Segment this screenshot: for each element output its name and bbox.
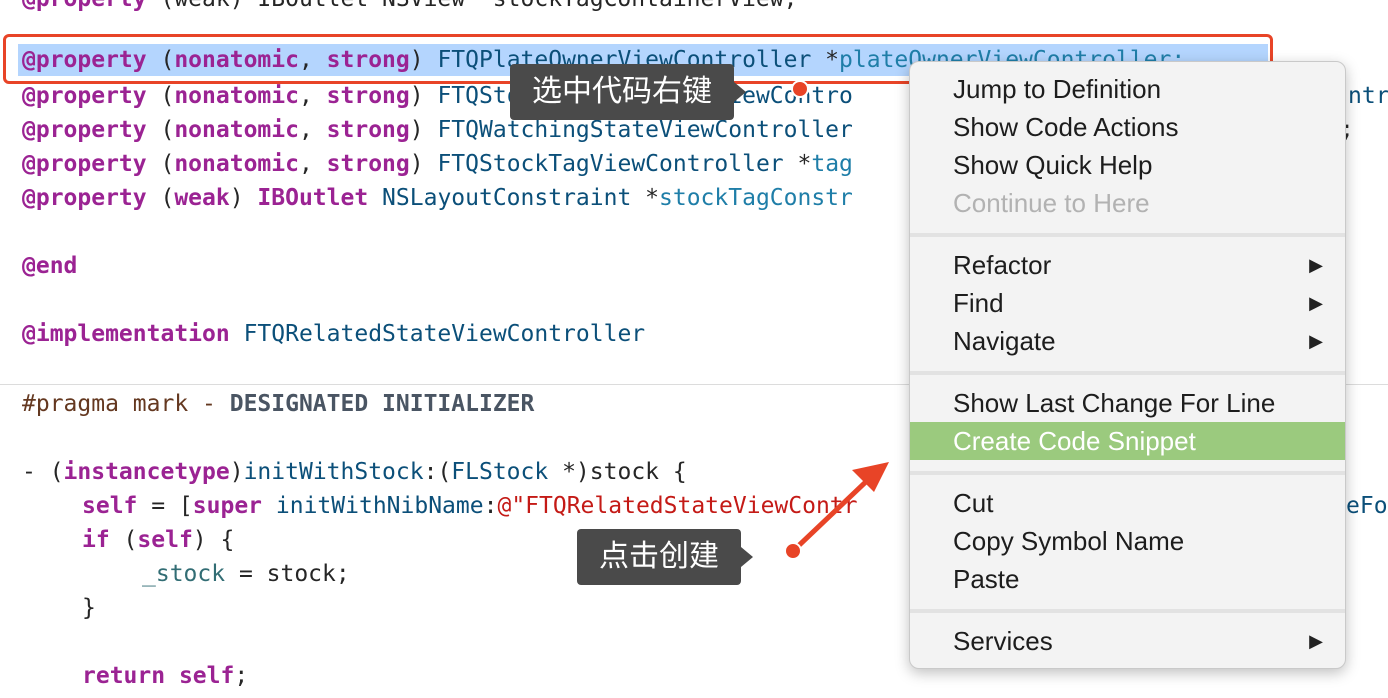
annotation-arrow-icon: [784, 462, 889, 560]
